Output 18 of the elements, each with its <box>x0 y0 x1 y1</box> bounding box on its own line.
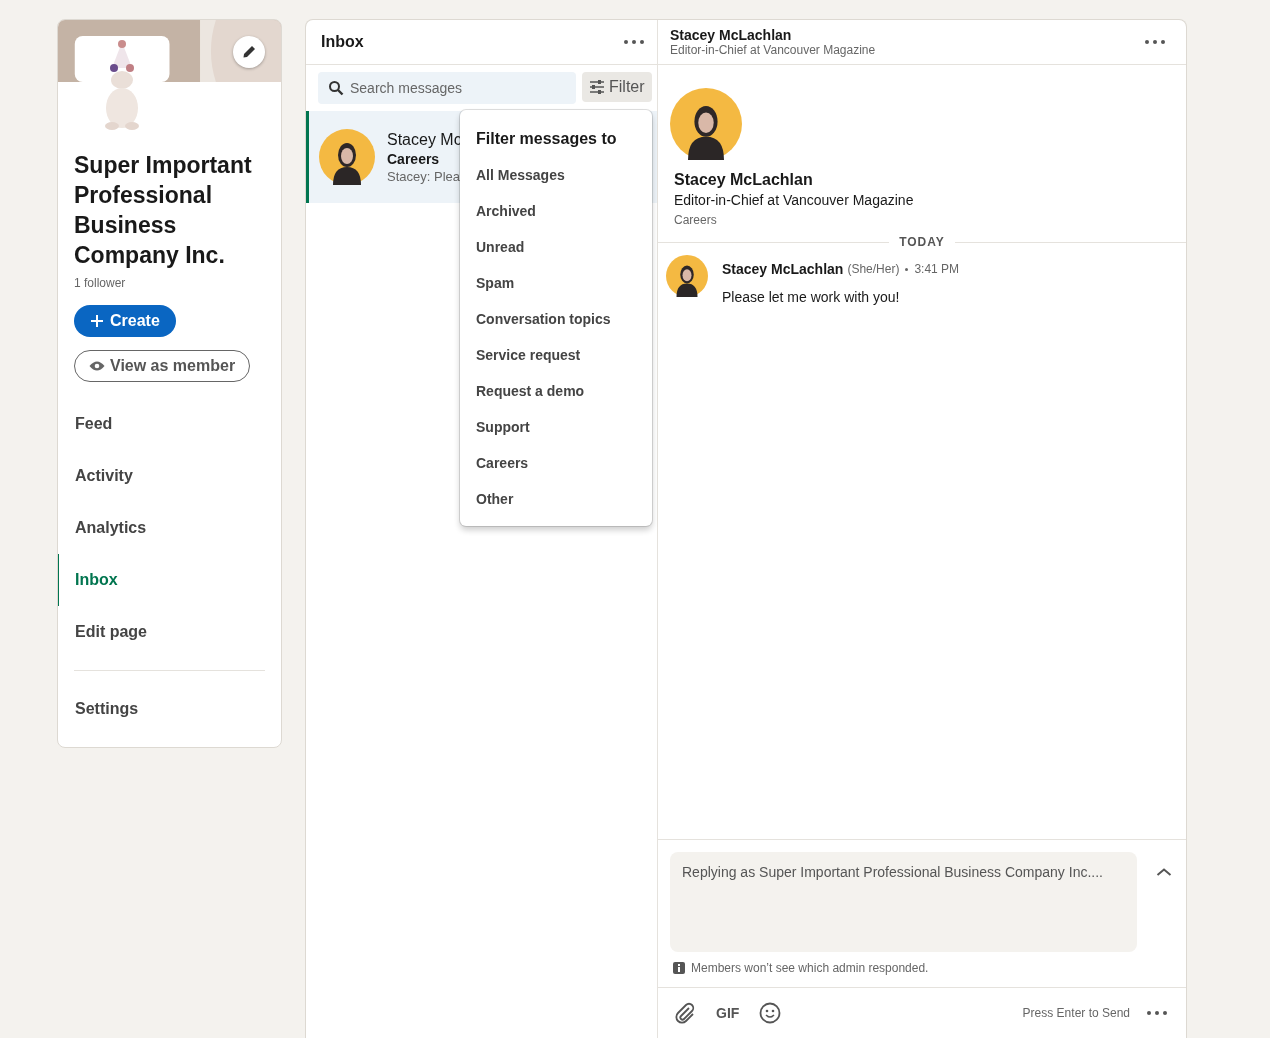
pronouns: (She/Her) <box>847 262 900 276</box>
message-text: Please let me work with you! <box>722 289 901 305</box>
profile-headline: Editor-in-Chief at Vancouver Magazine <box>674 192 915 208</box>
profile-name: Stacey McLachlan <box>674 171 814 189</box>
company-name: Super Important Professional Business Company Inc. <box>74 151 253 270</box>
send-hint: Press Enter to Send <box>1022 1006 1130 1020</box>
contact-name: Stacey McLachlan <box>670 27 793 43</box>
menu-title: Filter messages to <box>476 130 618 148</box>
admin-note: Members won’t see which admin responded. <box>691 961 929 975</box>
sender-name: Stacey McLachlan <box>722 261 844 277</box>
message-preview: Stacey: Plea <box>387 168 461 184</box>
conversation-topic: Careers <box>387 150 441 167</box>
contact-headline: Editor-in-Chief at Vancouver Magazine <box>670 43 876 57</box>
message-time: 3:41 PM <box>914 262 960 276</box>
follower-count: 1 follower <box>74 276 126 290</box>
inbox-title: Inbox <box>321 33 364 51</box>
date-divider-label: TODAY <box>899 235 945 249</box>
conversation-topic: Careers <box>674 213 718 227</box>
